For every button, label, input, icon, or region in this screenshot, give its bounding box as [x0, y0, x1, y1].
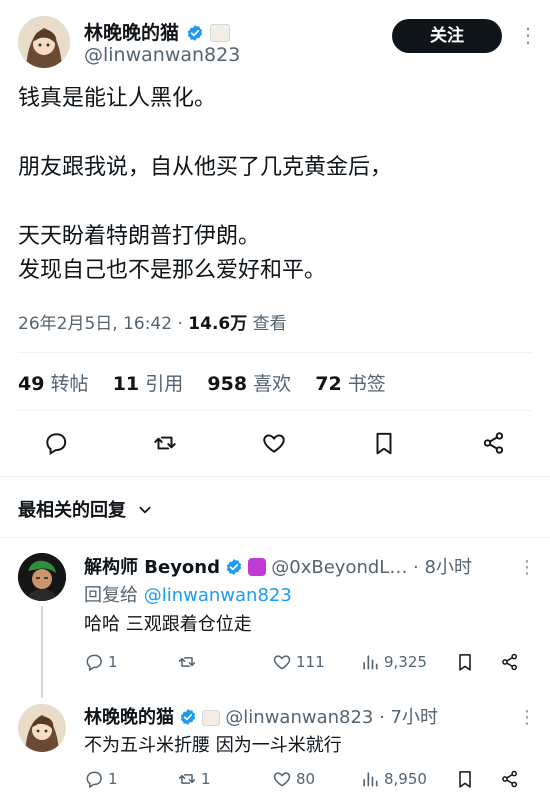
reply-views-button[interactable]: 8,950	[360, 769, 427, 789]
reply-more-options-icon[interactable]: ⋮	[518, 558, 536, 578]
reply-author-name[interactable]: 解构师 Beyond	[84, 557, 220, 578]
repost-icon	[154, 436, 176, 450]
share-icon	[483, 432, 504, 454]
reply-icon	[86, 771, 102, 789]
tweet-date[interactable]: 26年2月5日, 16:42 ·	[18, 314, 183, 334]
reply-header: 林晚晚的猫 @linwanwan823 · 7小时	[84, 703, 438, 729]
bookmark-icon	[459, 654, 471, 671]
reply-handle-time[interactable]: @0xBeyondL… · 8小时	[271, 557, 472, 578]
quotes-label: 引用	[145, 373, 184, 395]
reply-header: 解构师 Beyond @0xBeyondL… · 8小时	[84, 553, 472, 579]
reposts-label: 转帖	[50, 373, 89, 395]
bookmark-icon	[376, 432, 392, 455]
reply-comment-count: 1	[108, 653, 118, 671]
repost-button[interactable]	[152, 430, 178, 460]
repost-icon	[178, 657, 196, 667]
share-icon	[502, 653, 517, 671]
reposts-stat[interactable]: 49 转帖	[18, 373, 89, 395]
reposts-count: 49	[18, 373, 45, 395]
reply-to-line: 回复给 @linwanwan823	[84, 581, 292, 607]
reply-text: 不为五斗米折腰 因为一斗米就行	[84, 735, 342, 756]
heart-icon	[273, 655, 291, 670]
bookmark-button[interactable]	[371, 430, 397, 460]
likes-label: 喜欢	[253, 373, 292, 395]
reply-comment-count: 1	[108, 770, 118, 788]
reply-share-button[interactable]	[500, 769, 524, 789]
reply-views-count: 8,950	[384, 770, 427, 788]
reply-button[interactable]	[43, 430, 69, 460]
replies-header-label: 最相关的回复	[18, 500, 126, 521]
repost-icon	[178, 774, 196, 784]
divider	[0, 537, 550, 538]
reply-icon	[86, 654, 102, 672]
reply-text: 哈哈 三观跟着仓位走	[84, 614, 252, 635]
reply-comment-button[interactable]: 1	[84, 652, 118, 672]
follow-button[interactable]: 关注	[392, 19, 502, 53]
reply-repost-button[interactable]	[177, 652, 201, 672]
reply-avatar[interactable]	[18, 704, 66, 752]
reply-more-options-icon[interactable]: ⋮	[518, 708, 536, 728]
views-icon	[363, 655, 378, 670]
likes-count: 958	[207, 373, 248, 395]
quotes-count: 11	[112, 373, 140, 395]
tweet-meta: 26年2月5日, 16:42 · 14.6万 查看	[18, 309, 287, 334]
reply-to-label: 回复给	[84, 585, 138, 606]
heart-icon	[263, 434, 285, 453]
verified-badge-icon	[226, 559, 242, 575]
reply-views-count: 9,325	[384, 653, 427, 671]
bookmarks-label: 书签	[347, 373, 386, 395]
reply-share-button[interactable]	[500, 652, 524, 672]
verified-badge-icon	[180, 709, 196, 725]
author-name-text[interactable]: 林晚晚的猫	[84, 22, 179, 44]
heart-icon	[273, 772, 291, 787]
more-options-icon[interactable]: ⋮	[518, 25, 538, 45]
tweet-text-line-2: 朋友跟我说，自从他买了几克黄金后，	[18, 155, 393, 180]
tweet-stats: 49 转帖 11 引用 958 喜欢 72 书签	[18, 369, 386, 396]
bookmarks-count: 72	[315, 373, 342, 395]
tweet-text-line-4: 发现自己也不是那么爱好和平。	[18, 258, 327, 283]
tweet-text-line-1: 钱真是能让人黑化。	[18, 86, 217, 111]
reply-repost-count: 1	[201, 770, 211, 788]
bookmarks-stat[interactable]: 72 书签	[315, 373, 386, 395]
quotes-stat[interactable]: 11 引用	[113, 373, 184, 395]
reply-like-count: 80	[296, 770, 316, 788]
reply-bookmark-button[interactable]	[455, 769, 479, 789]
author-handle[interactable]: @linwanwan823	[84, 44, 240, 66]
replies-sort-dropdown[interactable]: 最相关的回复	[18, 496, 152, 522]
reply-views-button[interactable]: 9,325	[360, 652, 427, 672]
likes-stat[interactable]: 958 喜欢	[207, 373, 291, 395]
divider	[18, 410, 532, 411]
reply-like-button[interactable]: 80	[272, 769, 315, 789]
reply-to-mention[interactable]: @linwanwan823	[144, 585, 292, 606]
reply-comment-button[interactable]: 1	[84, 769, 118, 789]
divider	[18, 352, 532, 353]
reply-handle-time[interactable]: @linwanwan823 · 7小时	[225, 707, 438, 728]
reply-icon	[46, 433, 67, 456]
like-button[interactable]	[261, 430, 287, 460]
share-button[interactable]	[481, 430, 507, 460]
author-name[interactable]: 林晚晚的猫	[84, 18, 231, 45]
chevron-down-icon	[139, 506, 151, 514]
affiliate-badge-icon	[248, 558, 267, 576]
reply-avatar[interactable]	[18, 553, 66, 601]
tweet-views-label: 查看	[252, 314, 287, 334]
reply-bookmark-button[interactable]	[455, 652, 479, 672]
affiliate-badge-icon	[210, 24, 231, 42]
verified-badge-icon	[187, 25, 202, 41]
share-icon	[502, 770, 517, 788]
bookmark-icon	[459, 771, 471, 788]
divider	[0, 476, 550, 477]
reply-repost-button[interactable]: 1	[177, 769, 211, 789]
author-avatar[interactable]	[18, 16, 70, 68]
tweet-text-line-3: 天天盼着特朗普打伊朗。	[18, 224, 261, 249]
tweet-views-count: 14.6万	[188, 314, 248, 334]
views-icon	[363, 772, 378, 787]
reply-thread-line	[41, 606, 43, 698]
affiliate-badge-icon	[202, 710, 221, 726]
reply-like-count: 111	[296, 653, 325, 671]
reply-like-button[interactable]: 111	[272, 652, 325, 672]
reply-author-name[interactable]: 林晚晚的猫	[84, 707, 174, 728]
